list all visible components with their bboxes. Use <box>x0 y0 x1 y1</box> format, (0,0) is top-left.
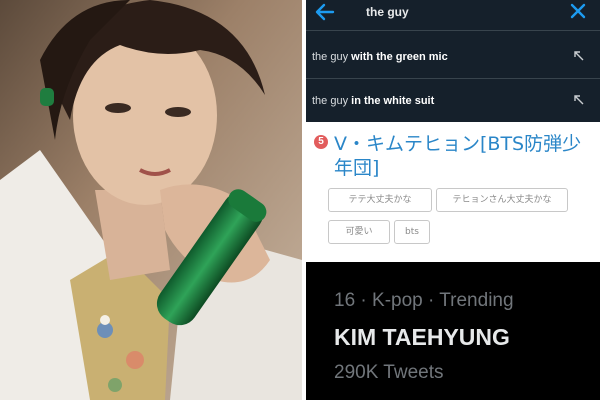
trend-tweet-count: 290K Tweets <box>334 362 444 383</box>
suggestion-text: the guy with the green mic <box>312 51 448 63</box>
search-panel: the guy the guy with the green mic the g… <box>306 0 600 122</box>
suggestion-rest: in the white suit <box>351 95 435 107</box>
suggestion-divider <box>306 78 600 79</box>
north-west-arrow-icon[interactable] <box>573 94 585 106</box>
suggestion-text: the guy in the white suit <box>312 95 434 107</box>
tag-chip[interactable]: テヒョンさん大丈夫かな <box>436 188 568 212</box>
search-divider <box>306 30 600 31</box>
tag-chip[interactable]: テテ大丈夫かな <box>328 188 432 212</box>
performer-photo <box>0 0 302 400</box>
suggestion-rest: with the green mic <box>351 51 448 63</box>
jp-trend-title[interactable]: V・キムテヒョン[BTS防弾少年団] <box>334 132 600 180</box>
tag-chip[interactable]: bts <box>394 220 430 244</box>
suggestion-prefix: the guy <box>312 51 349 63</box>
screenshots-column: the guy the guy with the green mic the g… <box>306 0 600 400</box>
search-query-text[interactable]: the guy <box>366 5 409 19</box>
tag-chip[interactable]: 可愛い <box>328 220 390 244</box>
close-icon[interactable] <box>569 2 587 20</box>
performer-photo-illustration <box>0 0 302 400</box>
trend-name: KIM TAEHYUNG <box>334 324 510 350</box>
jp-trend-card: 5 V・キムテヒョン[BTS防弾少年団] テテ大丈夫かな テヒョンさん大丈夫かな… <box>306 122 600 260</box>
search-bar: the guy <box>306 0 600 30</box>
rank-badge: 5 <box>314 135 328 149</box>
suggestion-prefix: the guy <box>312 95 349 107</box>
back-arrow-icon[interactable] <box>314 1 336 23</box>
trend-meta: 16 · K-pop · Trending <box>334 290 514 311</box>
trending-card[interactable]: 16 · K-pop · Trending KIM TAEHYUNG 290K … <box>306 262 600 400</box>
north-west-arrow-icon[interactable] <box>573 50 585 62</box>
search-suggestion[interactable]: the guy in the white suit <box>306 81 600 121</box>
search-suggestion[interactable]: the guy with the green mic <box>306 37 600 77</box>
